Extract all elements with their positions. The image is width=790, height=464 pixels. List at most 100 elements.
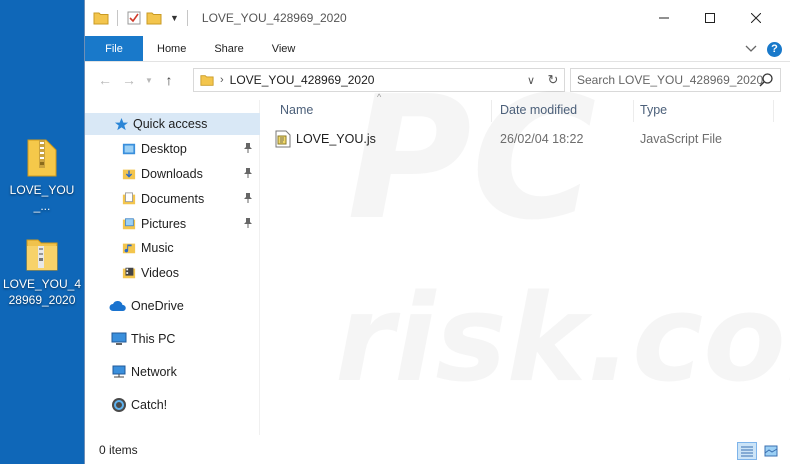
zip-folder-icon: [26, 239, 58, 271]
navigation-bar: ← → ▼ ↑ › LOVE_YOU_428969_2020 ∨ ↻ Searc…: [85, 62, 790, 100]
column-header-date-modified[interactable]: Date modified: [500, 100, 577, 120]
ribbon: File Home Share View ?: [85, 36, 790, 62]
pin-icon[interactable]: [242, 192, 254, 204]
large-icons-view-button[interactable]: [761, 442, 781, 460]
column-divider[interactable]: [773, 100, 774, 122]
title-separator: [186, 10, 188, 26]
music-folder-icon: [121, 240, 137, 256]
sidebar-item-label: Catch!: [131, 398, 168, 412]
search-icon[interactable]: [758, 72, 774, 88]
sidebar-item-label: Network: [131, 365, 177, 379]
back-arrow-icon[interactable]: ←: [95, 72, 115, 88]
sidebar-item-onedrive[interactable]: OneDrive: [85, 295, 260, 317]
sidebar-item-label: Documents: [141, 192, 205, 206]
address-history-dropdown-icon[interactable]: ∨: [520, 74, 542, 87]
sidebar-item-network[interactable]: Network: [85, 361, 260, 383]
pin-icon[interactable]: [242, 142, 254, 154]
tab-view[interactable]: View: [258, 36, 310, 61]
star-icon: [113, 116, 129, 132]
table-row[interactable]: LOVE_YOU.js 26/02/04 18:22 JavaScript Fi…: [275, 128, 775, 150]
file-list: Name ^ Date modified Type LOVE_YOU.js 26…: [261, 92, 790, 435]
sidebar-item-documents[interactable]: Documents: [85, 188, 260, 210]
explorer-body: PC risk.com Quick access Desktop Downloa…: [85, 60, 790, 435]
column-header-type[interactable]: Type: [640, 100, 667, 120]
tab-home[interactable]: Home: [143, 36, 200, 61]
title-separator: [117, 10, 118, 26]
sidebar-item-label: Pictures: [141, 217, 187, 231]
sidebar-item-label: This PC: [131, 332, 176, 346]
breadcrumb[interactable]: LOVE_YOU_428969_2020: [230, 73, 375, 87]
title-bar: ▼ LOVE_YOU_428969_2020: [85, 0, 790, 36]
folder-icon: [93, 12, 109, 25]
minimize-icon: [659, 17, 669, 19]
large-icons-view-icon: [764, 445, 778, 457]
pin-icon[interactable]: [242, 167, 254, 179]
download-folder-icon: [121, 166, 137, 182]
file-name-cell: LOVE_YOU.js: [275, 128, 376, 150]
sidebar-item-label: Downloads: [141, 167, 203, 181]
sidebar-item-pictures[interactable]: Pictures: [85, 213, 260, 235]
desktop-icon-zip-2[interactable]: LOVE_YOU_428969_2020: [2, 234, 82, 308]
search-box[interactable]: Search LOVE_YOU_428969_2020: [570, 68, 781, 92]
new-folder-icon[interactable]: [146, 10, 162, 26]
folder-icon: [200, 75, 214, 86]
address-bar[interactable]: › LOVE_YOU_428969_2020 ∨ ↻: [193, 68, 565, 92]
quick-access-toolbar-dropdown-icon[interactable]: ▼: [170, 13, 179, 23]
column-divider[interactable]: [491, 100, 492, 122]
desktop-folder-icon: [121, 141, 137, 157]
sort-caret-icon: ^: [377, 92, 382, 102]
sidebar-item-label: Videos: [141, 266, 179, 280]
close-button[interactable]: [733, 0, 779, 36]
refresh-icon[interactable]: ↻: [542, 72, 564, 88]
window-title: LOVE_YOU_428969_2020: [201, 11, 347, 25]
tab-share[interactable]: Share: [200, 36, 257, 61]
column-divider[interactable]: [633, 100, 634, 122]
pictures-folder-icon: [121, 216, 137, 232]
up-arrow-icon[interactable]: ↑: [159, 72, 179, 88]
maximize-button[interactable]: [687, 0, 733, 36]
navigation-pane: Quick access Desktop Downloads Documents…: [85, 100, 260, 435]
minimize-button[interactable]: [641, 0, 687, 36]
sidebar-item-label: Music: [141, 241, 174, 255]
column-header-name[interactable]: Name: [280, 100, 313, 120]
sidebar-item-quick-access[interactable]: Quick access: [85, 113, 260, 135]
status-bar: 0 items: [85, 435, 790, 464]
sidebar-item-downloads[interactable]: Downloads: [85, 163, 260, 185]
pin-icon[interactable]: [242, 217, 254, 229]
network-icon: [111, 364, 127, 380]
sidebar-item-music[interactable]: Music: [85, 237, 260, 259]
search-placeholder: Search LOVE_YOU_428969_2020: [577, 73, 764, 87]
sidebar-item-label: OneDrive: [131, 299, 184, 313]
help-icon[interactable]: ?: [767, 41, 782, 57]
sidebar-item-videos[interactable]: Videos: [85, 262, 260, 284]
sidebar-item-this-pc[interactable]: This PC: [85, 328, 260, 350]
details-view-button[interactable]: [737, 442, 757, 460]
details-view-icon: [741, 446, 753, 457]
expand-ribbon-icon[interactable]: [745, 45, 757, 53]
sidebar-item-desktop[interactable]: Desktop: [85, 138, 260, 160]
file-date: 26/02/04 18:22: [500, 132, 584, 146]
cloud-icon: [109, 298, 127, 314]
recent-locations-icon[interactable]: ▼: [143, 76, 155, 85]
desktop-icon-zip-1[interactable]: LOVE_YOU_...: [2, 138, 82, 214]
properties-icon[interactable]: [126, 10, 142, 26]
close-icon: [751, 13, 761, 23]
item-count: 0 items: [99, 443, 138, 457]
desktop-icon-label: LOVE_YOU_428969_2020: [2, 277, 82, 307]
desktop-icon-label: LOVE_YOU_...: [9, 183, 75, 213]
javascript-file-icon: [275, 130, 291, 148]
catch-app-icon: [111, 397, 127, 413]
sidebar-item-label: Quick access: [133, 117, 208, 131]
breadcrumb-chevron-icon: ›: [220, 74, 224, 86]
file-type: JavaScript File: [640, 132, 722, 146]
forward-arrow-icon[interactable]: →: [119, 72, 139, 88]
file-name: LOVE_YOU.js: [296, 132, 376, 146]
tab-file[interactable]: File: [85, 36, 143, 61]
sidebar-item-catch[interactable]: Catch!: [85, 394, 260, 416]
computer-icon: [111, 331, 127, 347]
documents-folder-icon: [121, 191, 137, 207]
videos-folder-icon: [121, 265, 137, 281]
sidebar-item-label: Desktop: [141, 142, 187, 156]
explorer-window: ▼ LOVE_YOU_428969_2020 File Home Share V…: [84, 0, 790, 464]
zip-folder-icon: [27, 139, 57, 177]
